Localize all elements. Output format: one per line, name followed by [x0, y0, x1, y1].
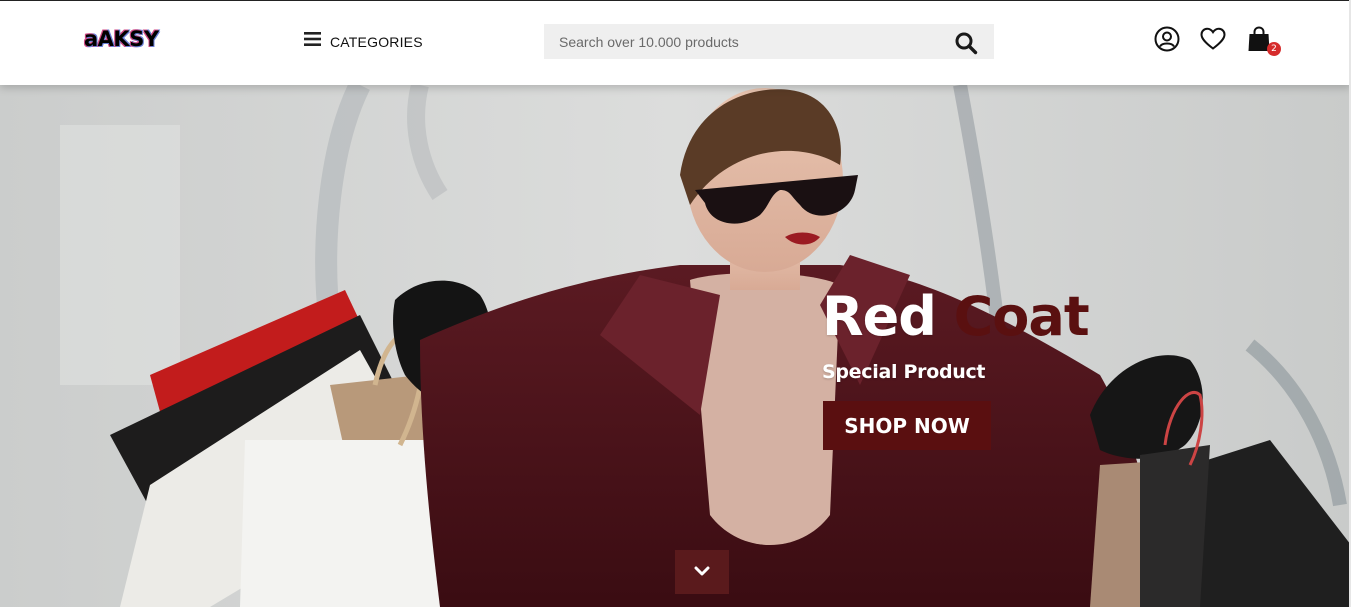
site-header: aAKSY CATEGORIES Search over 10.000 prod… — [0, 0, 1351, 85]
hero-subtitle: Special Product — [822, 361, 986, 383]
categories-menu-button[interactable]: CATEGORIES — [304, 31, 423, 52]
hero-title: Red Coat — [822, 285, 1090, 348]
search-icon[interactable] — [954, 31, 978, 55]
user-icon[interactable] — [1153, 25, 1181, 53]
categories-label: CATEGORIES — [330, 33, 423, 50]
shop-now-button[interactable]: SHOP NOW — [823, 401, 991, 450]
scroll-down-button[interactable] — [675, 550, 729, 594]
search-input[interactable] — [544, 24, 934, 59]
hamburger-icon — [304, 31, 322, 52]
cart-count-badge: 2 — [1267, 42, 1281, 56]
heart-icon[interactable] — [1199, 25, 1227, 53]
hero-image — [0, 85, 1351, 607]
hero-title-word-2: Coat — [953, 285, 1090, 348]
hero-title-word-1: Red — [822, 285, 937, 348]
header-actions: 2 — [1153, 25, 1281, 56]
chevron-down-icon — [694, 563, 710, 581]
shopping-bag-icon[interactable]: 2 — [1245, 25, 1281, 56]
hero-banner: Red Coat Special Product SHOP NOW — [0, 85, 1351, 607]
search-bar — [544, 24, 994, 59]
page: aAKSY CATEGORIES Search over 10.000 prod… — [0, 0, 1351, 607]
logo[interactable]: aAKSY — [84, 27, 159, 51]
